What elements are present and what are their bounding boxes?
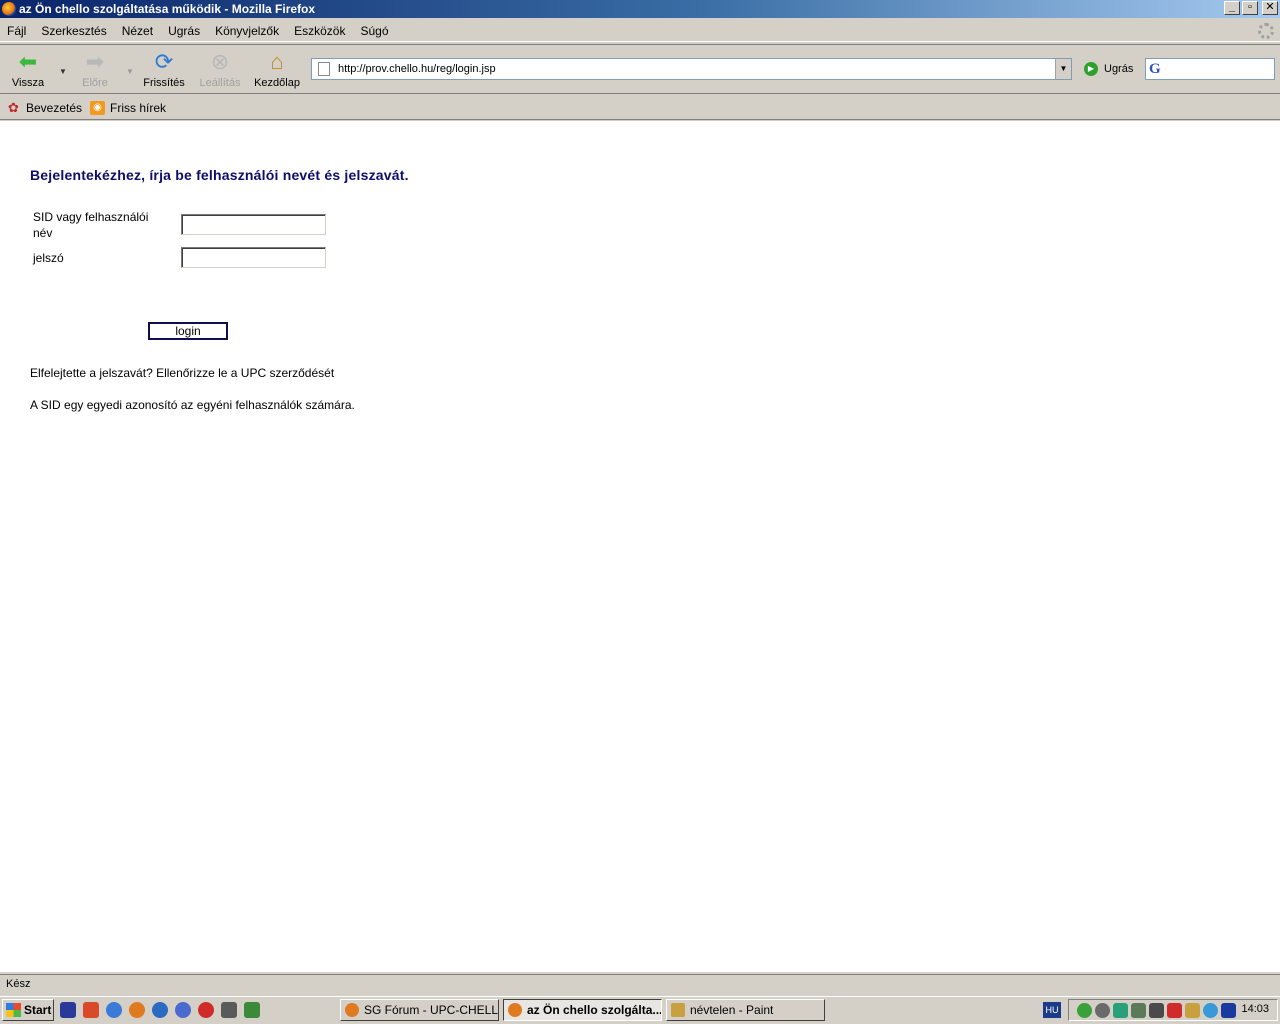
app-shortcut-icon[interactable] xyxy=(83,1002,99,1018)
system-tray: 14:03 xyxy=(1068,999,1278,1021)
page-icon xyxy=(318,62,330,76)
reload-label: Frissítés xyxy=(143,77,185,89)
start-label: Start xyxy=(24,1003,52,1017)
address-bar[interactable]: http://prov.chello.hu/reg/login.jsp ▼ xyxy=(311,58,1072,80)
status-text: Kész xyxy=(6,978,31,990)
start-button[interactable]: Start xyxy=(2,999,54,1021)
forgot-password-text: Elfelejtette a jelszavát? Ellenőrizze le… xyxy=(30,366,335,380)
user-icon[interactable] xyxy=(1149,1003,1164,1018)
username-label-line2: név xyxy=(33,226,53,240)
go-button[interactable]: ▶ Ugrás xyxy=(1084,62,1133,76)
close-button[interactable]: ✕ xyxy=(1262,1,1278,15)
go-label: Ugrás xyxy=(1104,63,1134,75)
task-firefox-active[interactable]: az Ön chello szolgálta... xyxy=(503,999,662,1021)
search-engine-icon[interactable]: G xyxy=(1149,61,1161,78)
window-title: az Ön chello szolgáltatása működik - Moz… xyxy=(19,2,316,16)
update-icon[interactable] xyxy=(1203,1003,1218,1018)
quick-launch xyxy=(60,1002,260,1018)
task-sg-forum[interactable]: SG Fórum - UPC-CHELLO... xyxy=(340,999,499,1021)
throbber-icon xyxy=(1258,23,1274,39)
home-label: Kezdőlap xyxy=(254,77,300,89)
bookmarks-toolbar: ✿ Bevezetés ◉ Friss hírek xyxy=(0,96,1280,120)
task-label: az Ön chello szolgálta... xyxy=(527,1003,662,1017)
maximize-button[interactable]: ▫ xyxy=(1242,1,1258,15)
tree-app-icon[interactable] xyxy=(244,1002,260,1018)
language-indicator[interactable]: HU xyxy=(1043,1002,1061,1018)
forward-arrow-icon: ➡ xyxy=(85,49,105,74)
paint-icon xyxy=(671,1003,685,1017)
stop-label: Leállítás xyxy=(199,77,241,89)
internet-explorer-icon[interactable] xyxy=(152,1002,168,1018)
password-input[interactable] xyxy=(181,247,326,268)
task-paint[interactable]: névtelen - Paint xyxy=(666,999,825,1021)
tray-app-icon[interactable] xyxy=(1095,1003,1110,1018)
firefox-quicklaunch-icon[interactable] xyxy=(129,1002,145,1018)
status-bar: Kész xyxy=(0,974,1280,994)
sid-note: A SID egy egyedi azonosító az egyéni fel… xyxy=(30,398,355,412)
login-heading: Bejelentekézhez, írja be felhasználói ne… xyxy=(30,167,409,183)
windows-logo-icon xyxy=(6,1003,21,1017)
media-player-icon[interactable] xyxy=(175,1002,191,1018)
opera-icon[interactable] xyxy=(198,1002,214,1018)
menu-help[interactable]: Súgó xyxy=(360,24,388,38)
window-controls: _ ▫ ✕ xyxy=(1224,1,1278,15)
menu-bar: Fájl Szerkesztés Nézet Ugrás Könyvjelzők… xyxy=(0,20,1280,42)
menu-tools[interactable]: Eszközök xyxy=(294,24,345,38)
menu-file[interactable]: Fájl xyxy=(7,24,26,38)
firefox-task-icon xyxy=(345,1003,359,1017)
messenger-icon[interactable] xyxy=(1077,1003,1092,1018)
username-label-line1: SID vagy felhasználói xyxy=(33,210,149,224)
reload-button[interactable]: ⟳ Frissítés xyxy=(139,49,189,90)
reload-icon: ⟳ xyxy=(154,49,174,74)
bookmark-latest-headlines[interactable]: ◉ Friss hírek xyxy=(90,100,167,115)
home-icon: ⌂ xyxy=(270,49,284,74)
clock: 14:03 xyxy=(1241,1003,1269,1015)
firefox-task-icon xyxy=(508,1003,522,1017)
password-label: jelszó xyxy=(33,251,64,265)
home-button[interactable]: ⌂ Kezdőlap xyxy=(252,49,302,90)
username-input[interactable] xyxy=(181,214,326,235)
menu-bookmarks[interactable]: Könyvjelzők xyxy=(215,24,279,38)
pencil-icon[interactable] xyxy=(1185,1003,1200,1018)
stop-button[interactable]: ⊗ Leállítás xyxy=(195,49,245,90)
menu-view[interactable]: Nézet xyxy=(122,24,153,38)
task-label: névtelen - Paint xyxy=(690,1003,774,1017)
back-history-dropdown[interactable]: ▼ xyxy=(59,67,67,76)
menu-edit[interactable]: Szerkesztés xyxy=(41,24,106,38)
go-arrow-icon: ▶ xyxy=(1084,62,1098,76)
antivirus-icon[interactable] xyxy=(1167,1003,1182,1018)
save-disk-icon[interactable] xyxy=(60,1002,76,1018)
forward-button[interactable]: ➡ Előre xyxy=(70,49,120,90)
minimize-button[interactable]: _ xyxy=(1224,1,1240,15)
url-text[interactable]: http://prov.chello.hu/reg/login.jsp xyxy=(338,63,1055,75)
forward-history-dropdown[interactable]: ▼ xyxy=(126,67,134,76)
media-icon[interactable] xyxy=(1221,1003,1236,1018)
firefox-logo-icon xyxy=(2,2,16,16)
back-button[interactable]: ⬅ Vissza xyxy=(3,49,53,90)
network-icon[interactable] xyxy=(1113,1003,1128,1018)
bookmark-getting-started[interactable]: ✿ Bevezetés xyxy=(6,99,83,115)
back-arrow-icon: ⬅ xyxy=(18,49,38,74)
windows-taskbar: Start SG Fórum - UPC-CHELLO... az Ön che… xyxy=(0,996,1280,1024)
rss-icon: ◉ xyxy=(90,100,106,115)
url-history-dropdown[interactable]: ▼ xyxy=(1055,59,1071,79)
page-content: Bejelentekézhez, írja be felhasználói ne… xyxy=(0,121,1280,972)
tray-tool-icon[interactable] xyxy=(1131,1003,1146,1018)
bs-player-icon[interactable] xyxy=(106,1002,122,1018)
stop-icon: ⊗ xyxy=(210,49,230,74)
bookmark-label: Bevezetés xyxy=(26,100,83,115)
forward-label: Előre xyxy=(82,77,108,89)
login-button[interactable]: login xyxy=(148,322,228,340)
window-title-bar[interactable]: az Ön chello szolgáltatása működik - Moz… xyxy=(0,0,1280,18)
task-label: SG Fórum - UPC-CHELLO... xyxy=(364,1003,499,1017)
bookmark-label: Friss hírek xyxy=(110,100,167,115)
back-label: Vissza xyxy=(11,77,45,89)
menu-go[interactable]: Ugrás xyxy=(168,24,200,38)
search-box[interactable]: G xyxy=(1145,58,1275,80)
firefox-bookmark-icon: ✿ xyxy=(8,99,19,115)
program-icon[interactable] xyxy=(221,1002,237,1018)
navigation-toolbar: ⬅ Vissza ▼ ➡ Előre ▼ ⟳ Frissítés ⊗ Leáll… xyxy=(0,44,1280,94)
